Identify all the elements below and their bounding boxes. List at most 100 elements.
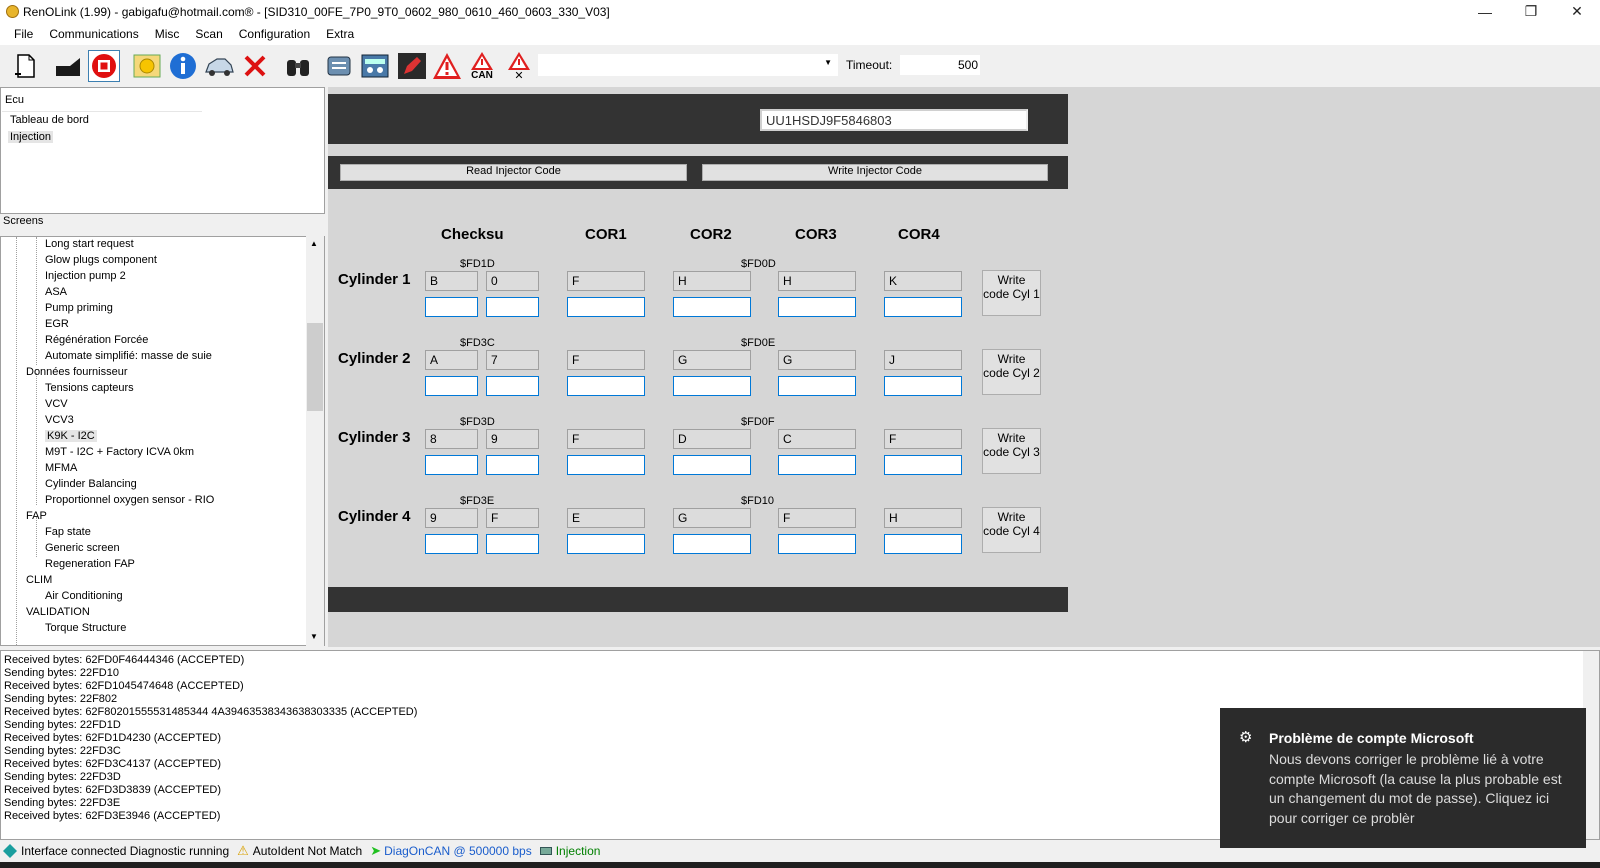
write-value-input[interactable] [673,534,751,554]
write-value-input[interactable] [884,376,962,396]
maximize-button[interactable]: ❐ [1508,0,1554,23]
screens-item[interactable]: Pump priming [45,302,113,314]
read-value-field: B [425,271,478,291]
stop-icon[interactable] [88,50,120,82]
write-value-input[interactable] [884,297,962,317]
menu-misc[interactable]: Misc [147,23,188,45]
screens-item[interactable]: Injection pump 2 [45,270,126,282]
write-value-input[interactable] [567,297,645,317]
ecu-item-injection[interactable]: Injection [8,131,53,143]
screens-item[interactable]: VCV [45,398,68,410]
screens-item[interactable]: M9T - I2C + Factory ICVA 0km [45,446,194,458]
menu-extra[interactable]: Extra [318,23,362,45]
write-value-input[interactable] [673,455,751,475]
screens-item[interactable]: K9K - I2C [45,430,97,442]
scroll-up-icon[interactable]: ▲ [310,239,318,248]
ecu-header: Ecu [5,94,24,106]
screens-item[interactable]: Fap state [45,526,91,538]
screens-item[interactable]: Proportionnel oxygen sensor - RIO [45,494,214,506]
pen-icon[interactable] [396,50,428,82]
read-injector-code-button[interactable]: Read Injector Code [340,164,687,181]
screens-item[interactable]: VCV3 [45,414,74,426]
write-value-input[interactable] [486,534,539,554]
ecu-divider [2,111,202,112]
screens-item[interactable]: Données fournisseur [26,366,128,378]
notification-toast[interactable]: ⚙ Problème de compte Microsoft Nous devo… [1220,708,1586,848]
screens-item[interactable]: Air Conditioning [45,590,123,602]
ecu-small-icon [539,847,552,855]
write-value-input[interactable] [425,297,478,317]
screens-scrollbar[interactable]: ▲ ▼ [306,236,324,646]
warning-small-icon: ⚠ [237,843,249,858]
write-value-input[interactable] [486,455,539,475]
screens-item[interactable]: Automate simplifié: masse de suie [45,350,212,362]
screens-tree: Long start request Glow plugs component In… [0,236,325,646]
screens-item[interactable]: Cylinder Balancing [45,478,137,490]
car-icon[interactable] [203,50,235,82]
screens-item[interactable]: Regeneration FAP [45,558,135,570]
write-value-input[interactable] [425,376,478,396]
menu-communications[interactable]: Communications [41,23,146,45]
menu-file[interactable]: File [6,23,41,45]
screens-item[interactable]: Régénération Forcée [45,334,148,346]
info-icon[interactable] [167,50,199,82]
write-value-input[interactable] [778,534,856,554]
screens-item[interactable]: ASA [45,286,67,298]
screens-item[interactable]: Generic screen [45,542,120,554]
write-value-input[interactable] [884,455,962,475]
ecu-chip-icon[interactable] [131,50,163,82]
connect-icon[interactable] [52,50,84,82]
screens-item[interactable]: CLIM [26,574,52,586]
write-value-input[interactable] [884,534,962,554]
timeout-label: Timeout: [846,58,893,72]
cylinder-label: Cylinder 2 [338,350,411,367]
screens-item[interactable]: Glow plugs component [45,254,157,266]
write-value-input[interactable] [778,455,856,475]
write-code-cyl-button[interactable]: Write code Cyl 4 [982,507,1041,553]
dashboard-icon[interactable] [359,50,391,82]
screens-item[interactable]: MFMA [45,462,77,474]
binoculars-icon[interactable] [282,50,314,82]
write-value-input[interactable] [778,297,856,317]
can-warning-icon[interactable]: CAN [466,50,498,82]
ecu-item-tableau-de-bord[interactable]: Tableau de bord [8,114,91,126]
write-value-input[interactable] [778,376,856,396]
close-button[interactable]: ✕ [1554,0,1600,23]
write-value-input[interactable] [425,455,478,475]
write-injector-code-button[interactable]: Write Injector Code [702,164,1048,181]
screens-item[interactable]: Torque Structure [45,622,126,634]
screens-item[interactable]: FAP [26,510,47,522]
write-value-input[interactable] [425,534,478,554]
write-value-input[interactable] [567,376,645,396]
minimize-button[interactable]: — [1462,0,1508,23]
write-code-cyl-button[interactable]: Write code Cyl 2 [982,349,1041,395]
injector-tool-icon[interactable] [323,50,355,82]
menu-configuration[interactable]: Configuration [231,23,318,45]
bottom-band [328,587,1068,612]
menu-scan[interactable]: Scan [187,23,230,45]
read-value-field: H [884,508,962,528]
vin-field[interactable]: UU1HSDJ9F5846803 [760,109,1028,131]
new-document-icon[interactable] [10,50,42,82]
write-value-input[interactable] [673,297,751,317]
toolbar-combo[interactable]: ▼ [538,54,838,76]
write-value-input[interactable] [567,534,645,554]
scroll-thumb[interactable] [307,323,323,411]
screens-item[interactable]: EGR [45,318,69,330]
write-value-input[interactable] [567,455,645,475]
timeout-input[interactable]: 500 [900,55,980,75]
write-code-cyl-button[interactable]: Write code Cyl 1 [982,270,1041,316]
write-value-input[interactable] [673,376,751,396]
read-value-field: K [884,271,962,291]
write-value-input[interactable] [486,297,539,317]
delete-icon[interactable] [239,50,271,82]
warning-icon[interactable] [431,50,463,82]
screens-item[interactable]: Tensions capteurs [45,382,134,394]
screens-item[interactable]: VALIDATION [26,606,90,618]
scroll-down-icon[interactable]: ▼ [310,632,318,641]
screens-item[interactable]: Long start request [45,238,134,250]
clear-warning-icon[interactable]: ✕ [503,50,535,82]
write-code-cyl-button[interactable]: Write code Cyl 3 [982,428,1041,474]
log-line: Sending bytes: 22FD10 [4,667,119,679]
write-value-input[interactable] [486,376,539,396]
